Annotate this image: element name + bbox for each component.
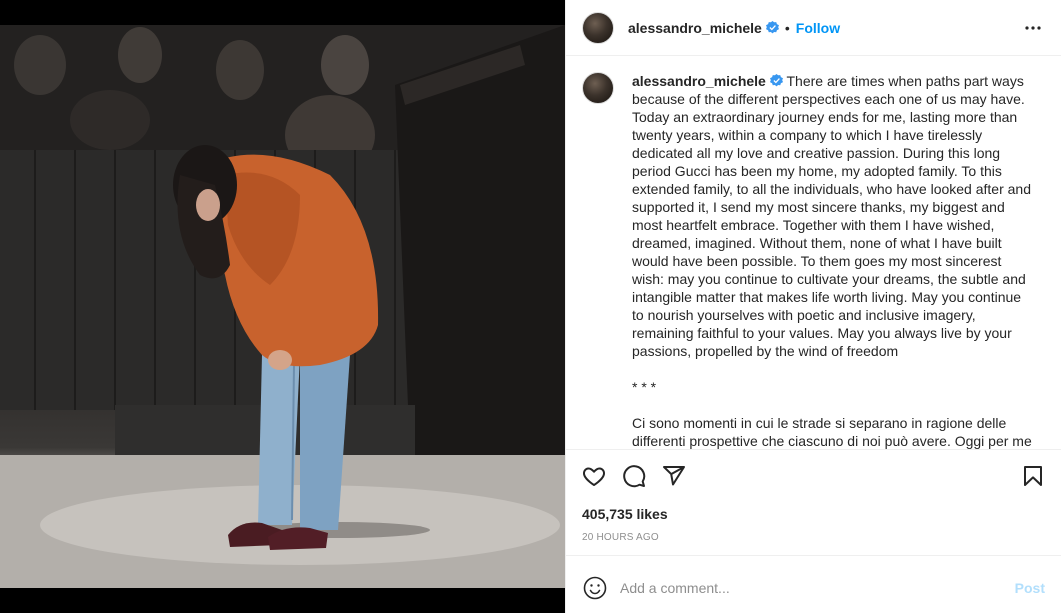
caption-username[interactable]: alessandro_michele <box>632 73 766 89</box>
caption-row: alessandro_michele There are times when … <box>582 72 1045 449</box>
separator-dot: • <box>784 19 790 36</box>
caption-text: There are times when paths part ways bec… <box>632 73 1032 449</box>
emoji-smiley-icon[interactable] <box>582 575 608 601</box>
caption-area[interactable]: alessandro_michele There are times when … <box>566 56 1061 450</box>
comment-bar: Post <box>566 562 1061 613</box>
heart-icon[interactable] <box>574 456 614 496</box>
paper-plane-icon[interactable] <box>654 456 694 496</box>
header-username[interactable]: alessandro_michele <box>628 20 762 36</box>
verified-badge-icon <box>765 21 779 34</box>
follow-button[interactable]: Follow <box>796 20 840 36</box>
post-timestamp[interactable]: 20 HOURS AGO <box>566 526 1061 556</box>
bookmark-icon[interactable] <box>1013 456 1053 496</box>
photo-pane <box>0 0 565 613</box>
post-comment-button[interactable]: Post <box>1015 580 1045 596</box>
caption-verified-badge-icon <box>769 74 783 87</box>
caption-body: alessandro_michele There are times when … <box>632 72 1036 449</box>
post-header: alessandro_michele • Follow <box>566 0 1061 56</box>
caption-avatar[interactable] <box>582 72 614 104</box>
post-photo[interactable] <box>0 25 565 588</box>
avatar[interactable] <box>582 11 614 44</box>
post-side-panel: alessandro_michele • Follow alessandro_m… <box>565 0 1061 613</box>
comment-bubble-icon[interactable] <box>614 456 654 496</box>
instagram-post-dialog: alessandro_michele • Follow alessandro_m… <box>0 0 1061 613</box>
more-options-icon[interactable] <box>1021 16 1045 40</box>
likes-count[interactable]: 405,735 likes <box>566 502 1061 526</box>
action-bar <box>566 450 1061 502</box>
comment-input[interactable] <box>620 579 1015 596</box>
